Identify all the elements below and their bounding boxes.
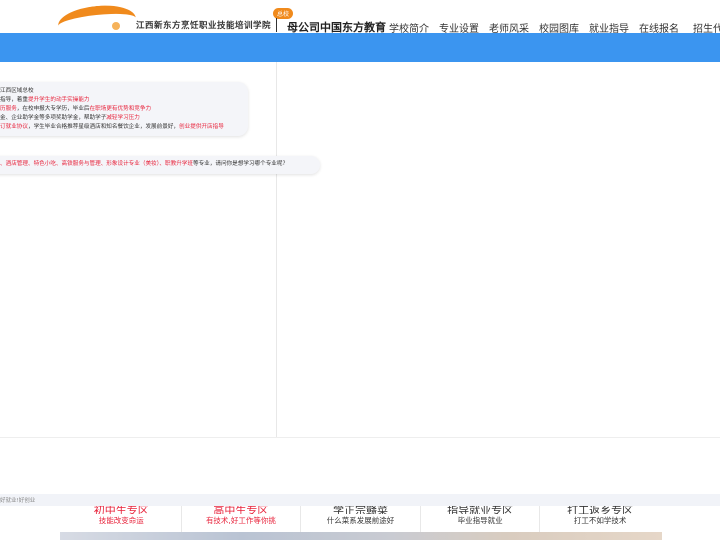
logo-dot-icon [112, 22, 120, 30]
zone-title: 学正宗赣菜 [332, 506, 388, 514]
content-divider [276, 62, 277, 437]
zone-title: 初中生专区 [93, 506, 149, 514]
chat-line: 订就业协议，学生毕业合格推荐星级酒店和知名餐饮企业，发展前景好，创业提供开店指导 [0, 124, 224, 130]
zone-employment[interactable]: 指导就业专区 毕业指导就业 [421, 506, 541, 532]
school-name[interactable]: 江西新东方烹饪职业技能培训学院 [136, 19, 271, 31]
zone-title: 打工返乡专区 [567, 506, 634, 514]
site-header: 江西新东方烹饪职业技能培训学院 总校 母公司中国东方教育 学校简介 专业设置 老… [0, 0, 720, 42]
chat-line: 江西区域总校 [0, 88, 34, 94]
campus-photo-strip [60, 532, 662, 540]
chat-message-intro: 江西区域总校 指导，着重提升学生的动手实操能力 历服务，在校申报大专学历，毕业后… [0, 82, 248, 136]
zone-subtitle: 毕业指导就业 [457, 516, 503, 525]
zone-links: 初中生专区 技能改变命运 高中生专区 有技术,好工作等你挑 学正宗赣菜 什么菜系… [62, 506, 660, 532]
zone-title: 指导就业专区 [447, 506, 514, 514]
zone-junior-high[interactable]: 初中生专区 技能改变命运 [62, 506, 182, 532]
zone-subtitle: 技能改变命运 [98, 516, 144, 525]
banner-band [0, 33, 720, 62]
zone-title: 高中生专区 [213, 506, 269, 514]
zone-senior-high[interactable]: 高中生专区 有技术,好工作等你挑 [182, 506, 302, 532]
zone-subtitle: 什么菜系发展前途好 [326, 516, 395, 525]
section-divider [0, 437, 720, 438]
header-divider [276, 18, 277, 32]
zone-returning-workers[interactable]: 打工返乡专区 打工不如学技术 [540, 506, 660, 532]
zone-subtitle: 打工不如学技术 [573, 516, 627, 525]
majors-question: 等专业，请问你是想学习哪个专业呢？ [192, 161, 289, 167]
majors-list[interactable]: 、酒店管理、特色小吃、高铁服务与管理、形象设计专业（美妆）、职教升学班 [0, 161, 193, 167]
footer-slogan: 好就业!好创业 [0, 498, 36, 504]
zone-gan-cuisine[interactable]: 学正宗赣菜 什么菜系发展前途好 [301, 506, 421, 532]
chat-message-majors: 、酒店管理、特色小吃、高铁服务与管理、形象设计专业（美妆）、职教升学班等专业，请… [0, 156, 320, 174]
chat-line: 历服务，在校申报大专学历，毕业后在职场更有优势和竞争力 [0, 106, 152, 112]
zone-subtitle: 有技术,好工作等你挑 [205, 516, 276, 525]
footer-bar [0, 494, 720, 506]
chat-line: 指导，着重提升学生的动手实操能力 [0, 97, 90, 103]
chat-line: 金、企业助学金等多项奖助学金，帮助学子减轻学习压力 [0, 115, 140, 121]
